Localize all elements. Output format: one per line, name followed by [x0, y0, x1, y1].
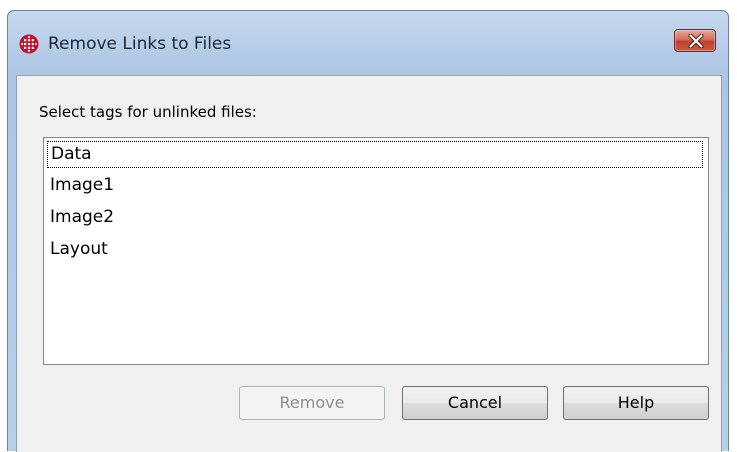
prompt-label: Select tags for unlinked files:: [39, 103, 257, 121]
grid-circle-icon: [19, 34, 39, 54]
remove-button[interactable]: Remove: [239, 386, 385, 420]
close-button[interactable]: [674, 29, 716, 52]
list-item[interactable]: Image1: [47, 173, 703, 200]
list-item[interactable]: Image2: [47, 205, 703, 232]
tags-listbox[interactable]: Data Image1 Image2 Layout: [43, 137, 709, 365]
help-button[interactable]: Help: [563, 386, 709, 420]
title-bar[interactable]: Remove Links to Files: [8, 11, 728, 75]
dialog-body: Select tags for unlinked files: Data Ima…: [16, 75, 722, 452]
list-item[interactable]: Layout: [47, 237, 703, 264]
list-item[interactable]: Data: [47, 141, 703, 168]
cancel-button[interactable]: Cancel: [402, 386, 548, 420]
dialog-window: Remove Links to Files Select tags for un…: [7, 10, 729, 452]
close-icon: [688, 34, 704, 48]
window-title: Remove Links to Files: [48, 34, 232, 54]
